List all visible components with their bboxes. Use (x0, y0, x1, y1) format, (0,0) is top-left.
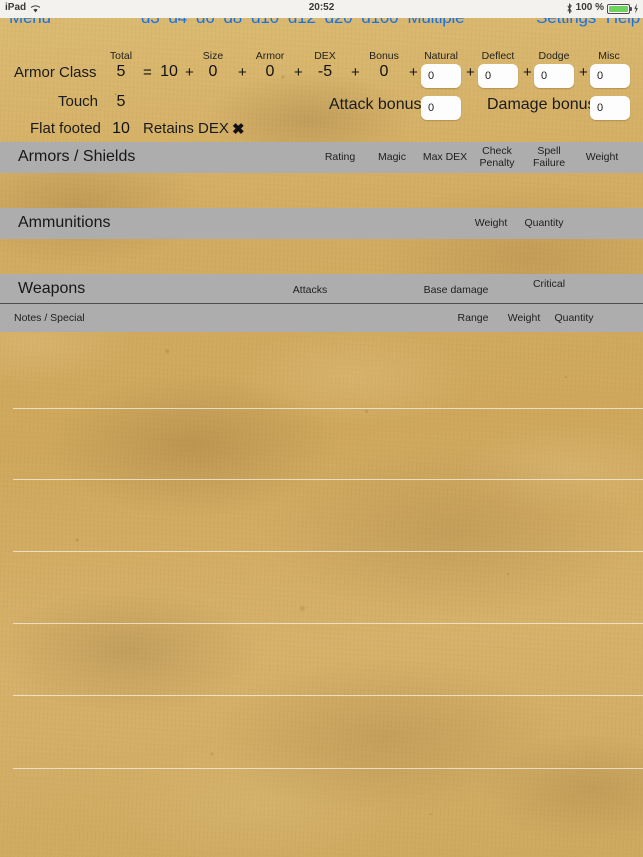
retains-dex-toggle[interactable]: ✖ (232, 122, 245, 137)
armor-caption: Armor (255, 50, 285, 62)
ammunitions-col-quantity: Quantity (524, 217, 564, 229)
weapons-col-quantity: Quantity (554, 312, 594, 324)
plus-sign-6: + (466, 64, 475, 81)
ammunitions-section-title: Ammunitions (18, 214, 111, 231)
misc-bonus-input[interactable] (590, 64, 630, 88)
touch-value: 5 (116, 93, 126, 110)
touch-label: Touch (58, 93, 99, 110)
armor-class-dex-value: -5 (317, 63, 333, 80)
ruled-line (13, 551, 643, 552)
status-bar-right: 100 % (566, 2, 639, 14)
weapons-col-attacks: Attacks (292, 284, 328, 296)
weapons-notes-special-label: Notes / Special (14, 312, 85, 324)
weapons-col-weight: Weight (507, 312, 541, 324)
damage-bonus-label: Damage bonus (487, 96, 596, 113)
attack-bonus-label: Attack bonus (329, 96, 422, 113)
weapons-section-title: Weapons (18, 280, 86, 297)
size-caption: Size (202, 50, 224, 62)
armors-col-rating: Rating (324, 151, 356, 163)
attack-bonus-input[interactable] (421, 96, 461, 120)
armors-col-spell-failure-line2: Failure (532, 157, 566, 169)
weapons-col-base-damage: Base damage (423, 284, 489, 296)
battery-full-icon (607, 3, 632, 14)
charging-bolt-icon (633, 3, 639, 14)
weapons-col-range: Range (457, 312, 489, 324)
ruled-line (13, 408, 643, 409)
ammunitions-col-weight: Weight (474, 217, 508, 229)
ammunitions-section-header[interactable]: Ammunitions Weight Quantity (0, 208, 643, 239)
weapons-header-divider (0, 303, 643, 304)
damage-bonus-input[interactable] (590, 96, 630, 120)
ammunitions-rows-area[interactable] (0, 239, 643, 274)
plus-sign-8: + (579, 64, 588, 81)
armors-col-check-penalty-line1: Check (482, 145, 512, 157)
armors-rows-area[interactable] (0, 173, 643, 208)
plus-sign-7: + (523, 64, 532, 81)
bonus-caption: Bonus (369, 50, 399, 62)
misc-caption: Misc (598, 50, 620, 62)
flat-footed-value: 10 (112, 120, 130, 137)
armor-class-panel: Total Size Armor DEX Bonus Natural Defle… (0, 34, 643, 144)
plus-sign-2: + (238, 64, 247, 81)
natural-caption: Natural (424, 50, 458, 62)
ruled-line (13, 695, 643, 696)
armors-col-spell-failure-line1: Spell (537, 145, 561, 157)
armor-class-label: Armor Class (14, 64, 97, 81)
deflect-caption: Deflect (481, 50, 515, 62)
armors-col-max-dex: Max DEX (422, 151, 468, 163)
weapons-section-header[interactable]: Weapons Attacks Base damage Critical Not… (0, 274, 643, 332)
armor-class-total-value: 5 (116, 63, 126, 80)
ios-status-bar: iPad 20:52 100 % (0, 0, 643, 18)
total-caption: Total (109, 50, 133, 62)
equals-sign: = (143, 64, 152, 81)
status-bar-clock: 20:52 (308, 2, 335, 13)
armor-class-armor-value: 0 (265, 63, 275, 80)
dodge-caption: Dodge (538, 50, 570, 62)
deflect-bonus-input[interactable] (478, 64, 518, 88)
ruled-line (13, 768, 643, 769)
natural-armor-input[interactable] (421, 64, 461, 88)
armor-class-base-value: 10 (160, 63, 178, 80)
weapons-rows-area[interactable] (0, 332, 643, 857)
plus-sign-4: + (351, 64, 360, 81)
armors-col-weight: Weight (585, 151, 619, 163)
ruled-line (13, 479, 643, 480)
dex-caption: DEX (314, 50, 336, 62)
retains-dex-label: Retains DEX (143, 120, 229, 137)
armors-col-magic: Magic (377, 151, 406, 163)
battery-percent-label: 100 % (575, 2, 604, 13)
plus-sign-5: + (409, 64, 418, 81)
plus-sign-3: + (294, 64, 303, 81)
armor-class-bonus-value: 0 (379, 63, 389, 80)
armors-section-title: Armors / Shields (18, 148, 136, 165)
armors-section-header[interactable]: Armors / Shields Rating Magic Max DEX Ch… (0, 142, 643, 173)
dodge-bonus-input[interactable] (534, 64, 574, 88)
ruled-line (13, 623, 643, 624)
weapons-col-critical: Critical (532, 278, 566, 290)
flat-footed-label: Flat footed (30, 120, 101, 137)
armors-col-check-penalty-line2: Penalty (479, 157, 515, 169)
bluetooth-icon (566, 3, 573, 14)
armor-class-size-value: 0 (208, 63, 218, 80)
